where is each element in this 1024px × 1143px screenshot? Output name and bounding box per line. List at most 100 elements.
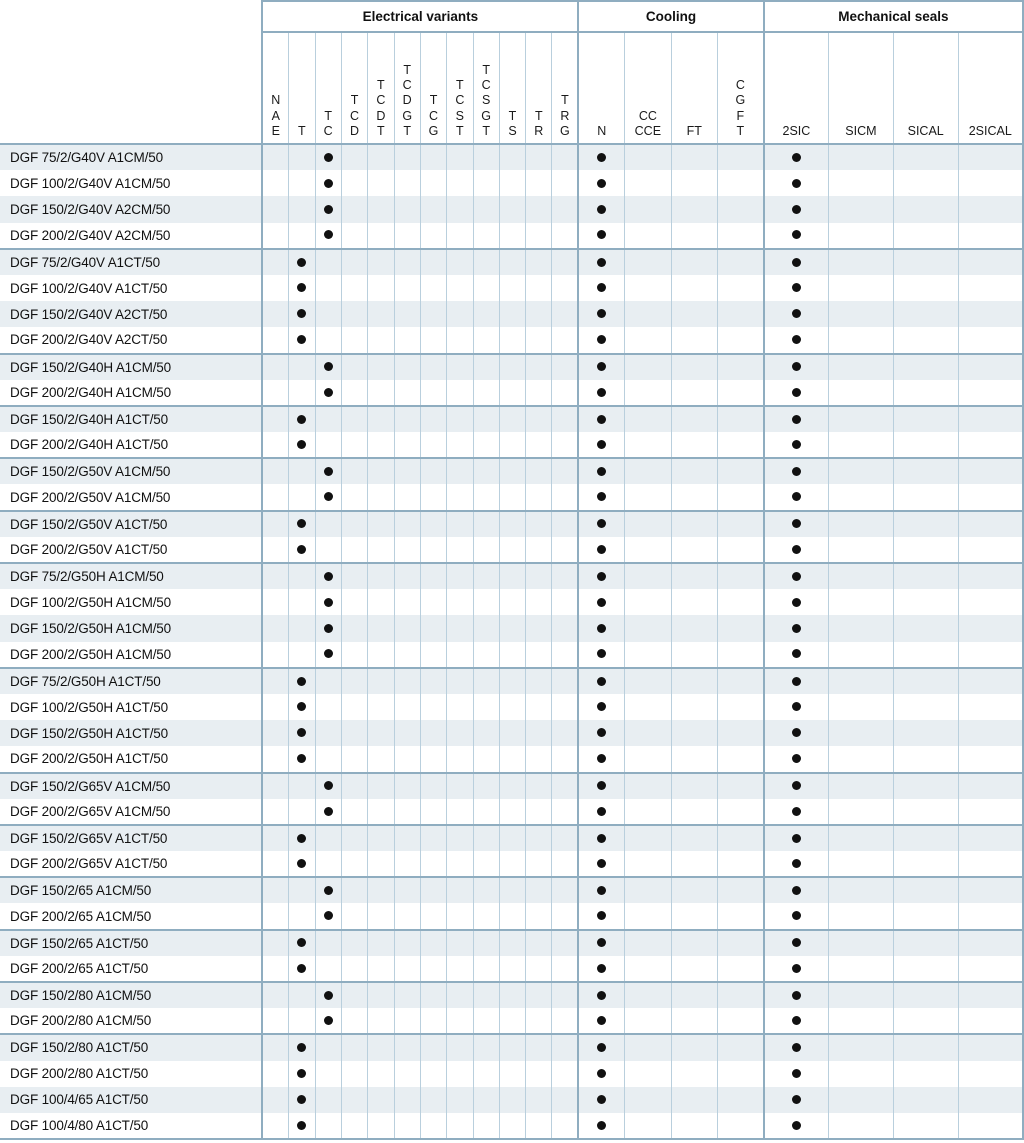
column-header-TCD: TCD [340,32,369,145]
matrix-cell-TCD [340,274,369,302]
matrix-cell-TS [498,142,527,171]
column-header-line: T [482,123,490,138]
matrix-cell-TCDT [367,955,395,982]
matrix-cell-N [577,509,626,537]
matrix-cell-CC_CCE [624,1060,672,1087]
matrix-cell-TC [314,404,342,433]
matrix-cell-TCD [340,1033,369,1061]
availability-dot-icon [597,728,607,738]
matrix-cell-SICM [828,903,894,930]
matrix-cell-TRG [551,352,580,380]
matrix-cell-NAE [261,327,290,354]
matrix-cell-CGFT [716,1086,765,1113]
column-header-TCDT: TCDT [367,32,395,145]
matrix-cell-CC_CCE [624,1086,672,1113]
matrix-cell-TCSGT [472,746,500,773]
matrix-cell-T [288,720,316,747]
matrix-cell-N [577,327,626,354]
column-header-line: C [455,93,465,108]
matrix-cell-TCSGT [472,1086,500,1113]
matrix-cell-2SIC [762,1086,830,1113]
matrix-cell-TCDT [367,903,395,930]
matrix-cell-NAE [261,823,290,852]
matrix-cell-SICAL [892,301,959,328]
matrix-cell-TCSGT [472,301,500,328]
matrix-cell-TR [525,484,553,511]
matrix-cell-TCST [446,980,474,1009]
matrix-cell-TS [498,352,527,380]
availability-dot-icon [323,886,333,896]
matrix-cell-TC [314,666,342,694]
matrix-cell-SICM [828,274,894,302]
availability-dot-icon [791,362,801,372]
availability-dot-icon [323,649,333,659]
availability-dot-icon [323,467,333,477]
availability-dot-icon [791,387,801,397]
availability-dot-icon [791,571,801,581]
matrix-cell-CGFT [716,301,765,328]
matrix-cell-CGFT [716,720,765,747]
matrix-cell-2SICAL [957,798,1024,825]
matrix-cell-TCG [419,536,448,563]
matrix-cell-2SICAL [957,720,1024,747]
availability-dot-icon [323,204,333,214]
matrix-cell-TC [314,798,342,825]
matrix-cell-TCDGT [393,222,421,249]
matrix-cell-2SIC [762,327,830,354]
availability-dot-icon [597,335,607,345]
matrix-cell-TCD [340,615,369,642]
matrix-cell-2SICAL [957,432,1024,459]
matrix-cell-N [577,1060,626,1087]
matrix-cell-CGFT [716,928,765,956]
matrix-cell-CC_CCE [624,746,672,773]
matrix-cell-TCST [446,771,474,799]
matrix-cell-SICM [828,746,894,773]
matrix-cell-TCD [340,457,369,485]
matrix-cell-TCSGT [472,615,500,642]
matrix-cell-TCG [419,589,448,616]
matrix-cell-SICAL [892,928,959,956]
matrix-cell-TCSGT [472,484,500,511]
matrix-cell-TRG [551,274,580,302]
matrix-cell-CC_CCE [624,247,672,275]
table-row: DGF 200/2/G50H A1CT/50 [0,746,1024,773]
table-row: DGF 200/2/G65V A1CM/50 [0,798,1024,825]
matrix-cell-2SIC [762,301,830,328]
matrix-cell-SICM [828,641,894,668]
matrix-cell-FT [670,404,718,433]
product-designation-label: DGF 75/2/G40V A1CM/50 [0,142,263,171]
matrix-cell-T [288,327,316,354]
matrix-cell-TS [498,561,527,590]
matrix-cell-2SIC [762,1060,830,1087]
matrix-cell-CC_CCE [624,509,672,537]
availability-dot-icon [297,1043,307,1053]
matrix-cell-TCDT [367,484,395,511]
matrix-cell-TCSGT [472,457,500,485]
matrix-cell-FT [670,980,718,1009]
matrix-cell-TCG [419,222,448,249]
table-row: DGF 150/2/G65V A1CM/50 [0,771,1024,799]
matrix-cell-TCDT [367,327,395,354]
matrix-cell-TCD [340,170,369,197]
matrix-cell-TCD [340,1060,369,1087]
matrix-cell-TR [525,509,553,537]
matrix-cell-TCG [419,274,448,302]
matrix-cell-TCSGT [472,561,500,590]
matrix-cell-FT [670,746,718,773]
matrix-cell-FT [670,693,718,721]
matrix-cell-TC [314,823,342,852]
matrix-cell-TS [498,693,527,721]
matrix-cell-T [288,274,316,302]
matrix-cell-TCD [340,352,369,380]
availability-dot-icon [597,833,607,843]
matrix-cell-T [288,1008,316,1035]
matrix-cell-SICAL [892,536,959,563]
matrix-cell-CGFT [716,432,765,459]
matrix-cell-2SIC [762,928,830,956]
matrix-cell-CC_CCE [624,980,672,1009]
column-header-line: T [508,108,517,123]
matrix-cell-SICAL [892,1112,959,1141]
matrix-cell-2SICAL [957,457,1024,485]
availability-dot-icon [323,1016,333,1026]
matrix-cell-TRG [551,693,580,721]
